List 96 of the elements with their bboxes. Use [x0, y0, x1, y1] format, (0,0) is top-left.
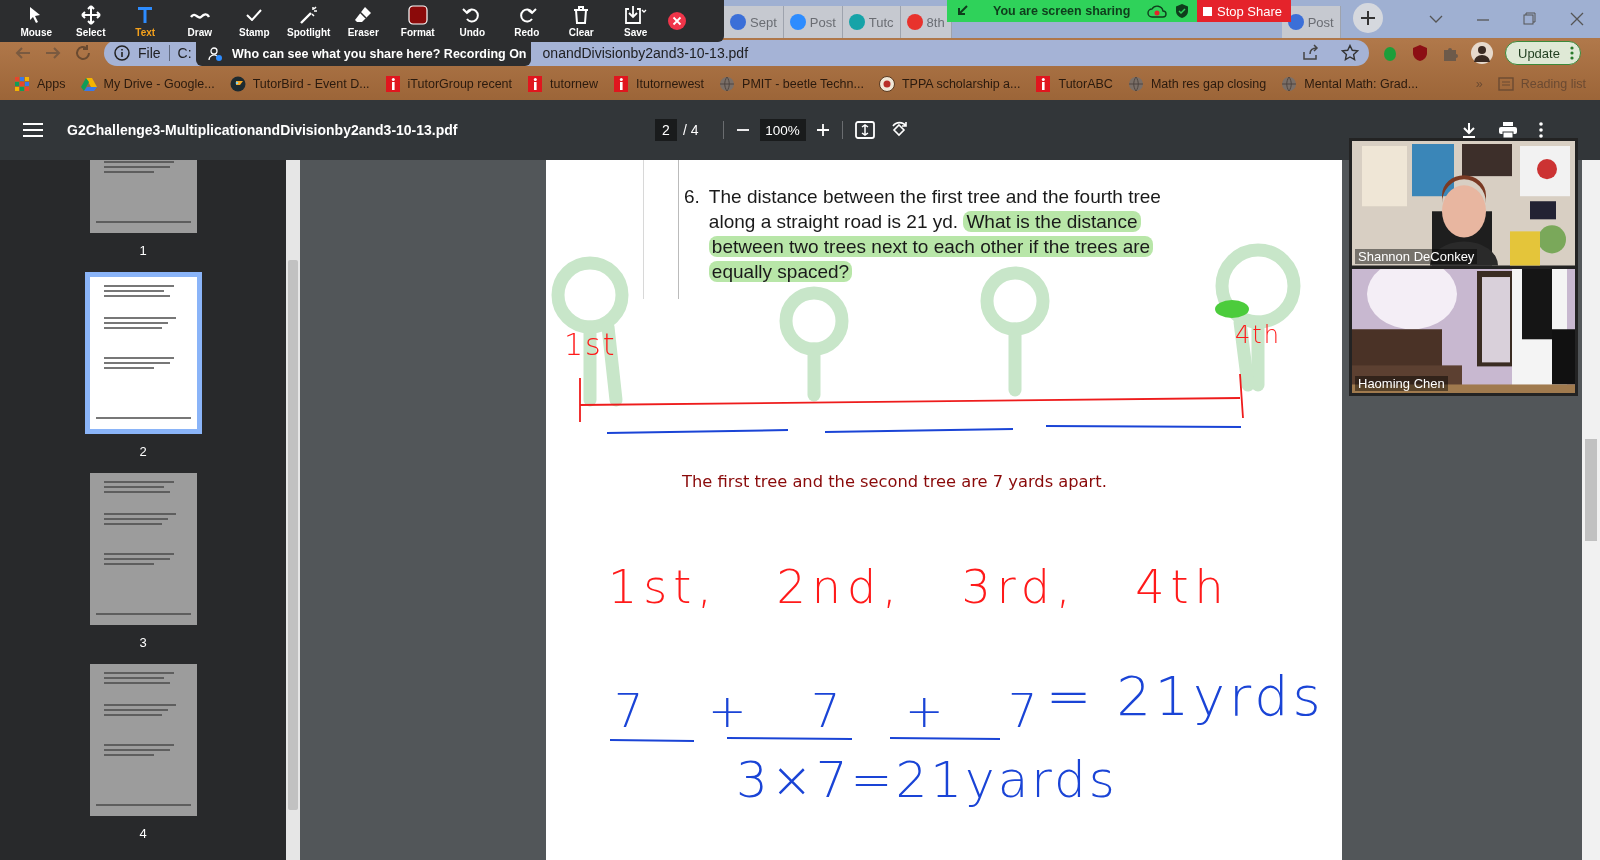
print-icon[interactable]: [1498, 122, 1517, 138]
page-number-field[interactable]: 2: [655, 119, 677, 141]
bird-icon: [229, 76, 246, 92]
wand-icon: [298, 4, 319, 25]
participant-name: Haoming Chen: [1355, 376, 1448, 391]
reload-icon[interactable]: [74, 44, 92, 62]
menu-icon[interactable]: [23, 122, 43, 138]
handwritten-text: 1st, 2nd, 3rd, 4th: [608, 564, 1230, 610]
bookmark[interactable]: tutornew: [527, 76, 598, 92]
annotation-tool[interactable]: Draw: [172, 0, 227, 42]
apps-grid-icon: [14, 76, 30, 92]
shield-icon: [1175, 3, 1189, 19]
annotation-tool[interactable]: Clear: [554, 0, 609, 42]
close-icon[interactable]: [667, 11, 687, 31]
document-title: G2Challenge3-MultiplicationandDivisionby2and3-10-13.pdf: [67, 122, 459, 138]
bookmark[interactable]: Math res gap closing: [1127, 76, 1267, 92]
eraser-icon: [353, 4, 374, 25]
page-number: 4: [139, 826, 147, 841]
triangle-logo-icon: [80, 76, 97, 92]
annotation-tool[interactable]: Stamp: [227, 0, 282, 42]
i-icon: [1035, 76, 1052, 92]
more-icon: [1569, 46, 1574, 60]
page-thumbnail[interactable]: [84, 272, 202, 434]
person-shield-icon: [208, 47, 222, 61]
scrollbar[interactable]: [1582, 160, 1600, 860]
color-swatch-icon: [407, 4, 428, 25]
checkmark-icon: [246, 8, 263, 21]
globe-icon: [1281, 76, 1298, 92]
reading-list-icon: [1497, 76, 1514, 92]
handwritten-text: = 21yrds: [1046, 670, 1325, 724]
more-icon[interactable]: [1538, 122, 1543, 138]
stop-share-button[interactable]: Stop Share: [1197, 0, 1291, 22]
annotation-tool[interactable]: Mouse: [9, 0, 64, 42]
browser-tab[interactable]: Tutc: [842, 6, 901, 38]
share-icon[interactable]: [1301, 44, 1319, 62]
participant-name: Shannon DeConkey: [1355, 248, 1478, 264]
info-icon: [114, 45, 130, 61]
url-text: C:: [177, 45, 192, 61]
handwritten-text: 7 + 7 + 7: [614, 688, 1046, 734]
annotation-tool[interactable]: Select: [63, 0, 118, 42]
annotation-tool[interactable]: Undo: [445, 0, 500, 42]
update-button[interactable]: Update: [1505, 41, 1581, 65]
page-number: 2: [139, 444, 147, 459]
move-arrows-icon: [80, 4, 101, 25]
page-number: 1: [139, 243, 147, 258]
browser-tab[interactable]: 8th: [900, 6, 952, 38]
bookmark[interactable]: PMIT - beetle Techn...: [719, 76, 864, 92]
save-icon: [624, 4, 648, 25]
download-icon[interactable]: [1460, 122, 1477, 138]
shield-icon[interactable]: [1411, 44, 1429, 62]
annotation-tool[interactable]: Save: [608, 0, 663, 42]
question-number: 6.: [684, 185, 700, 209]
bookmark[interactable]: TutorABC: [1035, 76, 1113, 92]
globe-icon: [719, 76, 736, 92]
star-icon[interactable]: [1341, 44, 1359, 62]
annotation-tool[interactable]: Text: [118, 0, 173, 42]
scrollbar[interactable]: [286, 160, 300, 860]
bookmark[interactable]: iTutorGroup recent: [384, 76, 513, 92]
sharing-status: You are screen sharing: [993, 4, 1131, 18]
answer-text: The first tree and the second tree are 7 yards apart.: [682, 472, 1107, 491]
annotation-tool[interactable]: Spotlight: [281, 0, 336, 42]
handwritten-text: 4th: [1235, 323, 1281, 347]
page-thumbnail[interactable]: [89, 664, 197, 816]
bookmark[interactable]: TutorBird - Event D...: [229, 76, 370, 92]
bookmark[interactable]: TPPA scholarship a...: [878, 76, 1021, 92]
annotation-tool[interactable]: Eraser: [336, 0, 391, 42]
globe-icon: [1127, 76, 1144, 92]
ink-blob: [1215, 300, 1249, 318]
page-count: / 4: [683, 122, 699, 138]
bookmark[interactable]: Itutornewest: [613, 76, 705, 92]
bookmark[interactable]: Mental Math: Grad...: [1281, 76, 1419, 92]
page-thumbnail[interactable]: [89, 473, 197, 625]
handwritten-text: 3×7=21yards: [736, 755, 1118, 805]
page-number: 3: [139, 635, 147, 650]
browser-tab[interactable]: Post: [783, 6, 843, 38]
arrow-icon: [955, 4, 969, 18]
seal-icon: [878, 76, 895, 92]
new-tab-icon[interactable]: [1352, 3, 1383, 33]
i-icon: [384, 76, 401, 92]
i-icon: [527, 76, 544, 92]
zoom-in-icon[interactable]: [815, 123, 830, 137]
cloud-record-icon: [1147, 4, 1167, 18]
browser-tab[interactable]: Sept: [724, 6, 784, 38]
annotation-tool[interactable]: Format: [390, 0, 445, 42]
avatar-icon[interactable]: [1471, 42, 1493, 64]
browser-tab[interactable]: Post: [1281, 6, 1341, 38]
tooltip-text: Who can see what you share here? Recording On: [232, 47, 527, 61]
annotation-tool[interactable]: Redo: [499, 0, 554, 42]
i-icon: [613, 76, 629, 92]
handwritten-text: 1st: [564, 330, 617, 360]
url-text: onandDivisionby2and3-10-13.pdf: [542, 45, 749, 61]
url-scheme: File: [138, 45, 161, 61]
bookmark[interactable]: My Drive - Google...: [80, 76, 215, 92]
zoom-field[interactable]: 100%: [759, 119, 806, 141]
fit-page-icon[interactable]: [854, 121, 875, 139]
bookmark[interactable]: Apps: [14, 76, 66, 92]
